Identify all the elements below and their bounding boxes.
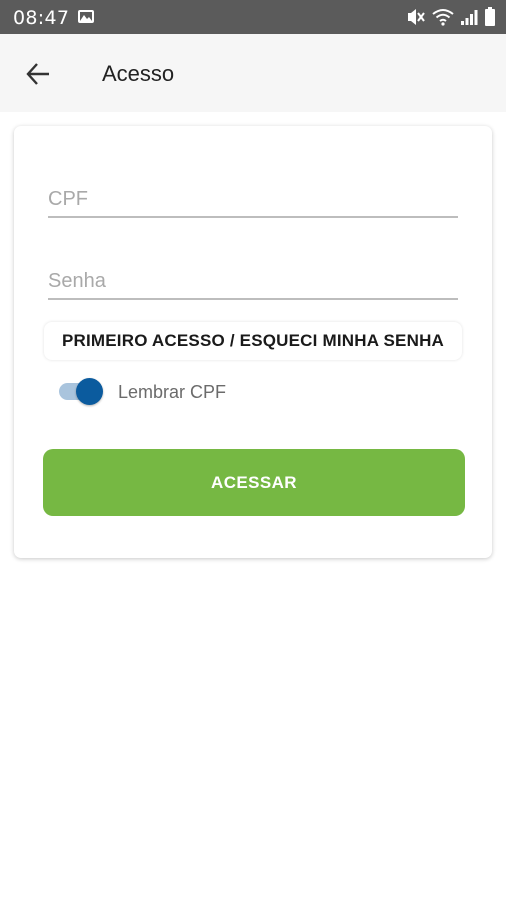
first-access-button[interactable]: PRIMEIRO ACESSO / ESQUECI MINHA SENHA [44, 322, 462, 360]
toggle-thumb [76, 378, 103, 405]
remember-cpf-toggle[interactable] [59, 378, 103, 405]
cpf-input[interactable] [48, 182, 458, 216]
status-time: 08:47 [13, 7, 70, 29]
battery-icon [485, 7, 495, 26]
status-bar: 08:47 [0, 0, 506, 34]
back-button[interactable] [20, 56, 56, 92]
arrow-left-icon [26, 63, 49, 85]
mute-icon [408, 9, 425, 25]
signal-icon [461, 10, 478, 25]
password-input[interactable] [48, 264, 458, 298]
app-bar: Acesso [0, 34, 506, 112]
login-card: PRIMEIRO ACESSO / ESQUECI MINHA SENHA Le… [14, 126, 492, 558]
wifi-icon [432, 9, 454, 26]
password-field [48, 264, 458, 300]
status-icons [406, 7, 496, 26]
submit-button[interactable]: ACESSAR [43, 449, 465, 516]
remember-cpf-label: Lembrar CPF [118, 382, 227, 402]
gallery-icon [78, 10, 94, 23]
cpf-field [48, 182, 458, 218]
page-title: Acesso [102, 61, 175, 86]
